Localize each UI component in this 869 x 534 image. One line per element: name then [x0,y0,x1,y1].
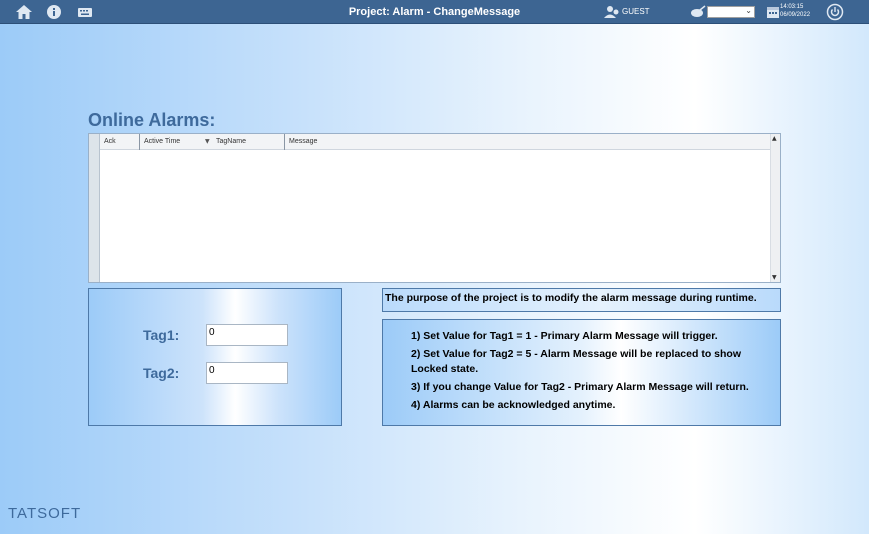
top-bar: Project: Alarm - ChangeMessage GUEST ⌄ 1… [0,0,869,24]
alarms-heading: Online Alarms: [88,110,216,130]
scroll-up-icon[interactable]: ▲ [772,135,777,142]
alarm-grid-header: Ack Active Time ▼ TagName Message [100,134,771,150]
chevron-down-icon: ⌄ [745,6,752,15]
tag-panel: Tag1: 0 Tag2: 0 [88,288,342,426]
sort-down-icon: ▼ [205,138,210,145]
user-name: GUEST [622,7,650,16]
row-header-strip [89,134,100,282]
purpose-text: The purpose of the project is to modify … [382,288,781,312]
instruction-step-3: 3) If you change Value for Tag2 - Primar… [411,381,749,393]
user-icon[interactable] [603,3,621,21]
column-header-tagname[interactable]: TagName [212,134,285,150]
alarm-grid-scrollbar[interactable]: ▲ ▼ [770,134,780,282]
tatsoft-logo: TATSOFT [8,505,82,522]
column-header-active-time[interactable]: Active Time [139,134,212,150]
tag1-input[interactable]: 0 [206,324,288,346]
tag2-input[interactable]: 0 [206,362,288,384]
keyboard-icon[interactable] [76,3,94,21]
clock-time: 14:03:15 [780,4,804,10]
alarm-grid[interactable]: Ack Active Time ▼ TagName Message ▲ ▼ [88,133,781,283]
clock: 14:03:15 06/09/2022 [780,3,810,19]
theme-select[interactable]: ⌄ [707,6,755,18]
instruction-step-2: 2) Set Value for Tag2 = 5 - Alarm Messag… [411,348,741,375]
instruction-step-4: 4) Alarms can be acknowledged anytime. [411,399,616,411]
column-header-ack[interactable]: Ack [100,134,139,150]
clock-date: 06/09/2022 [780,12,811,18]
home-icon[interactable] [15,3,33,21]
power-icon[interactable] [826,3,844,21]
tag1-label: Tag1: [143,327,180,343]
tag2-label: Tag2: [143,365,180,381]
info-icon[interactable] [45,3,63,21]
theme-icon[interactable] [689,3,707,21]
instruction-step-1: 1) Set Value for Tag1 = 1 - Primary Alar… [411,330,718,342]
instructions-panel: 1) Set Value for Tag1 = 1 - Primary Alar… [382,319,781,426]
column-header-message[interactable]: Message [284,134,404,150]
scroll-down-icon[interactable]: ▼ [772,274,777,281]
